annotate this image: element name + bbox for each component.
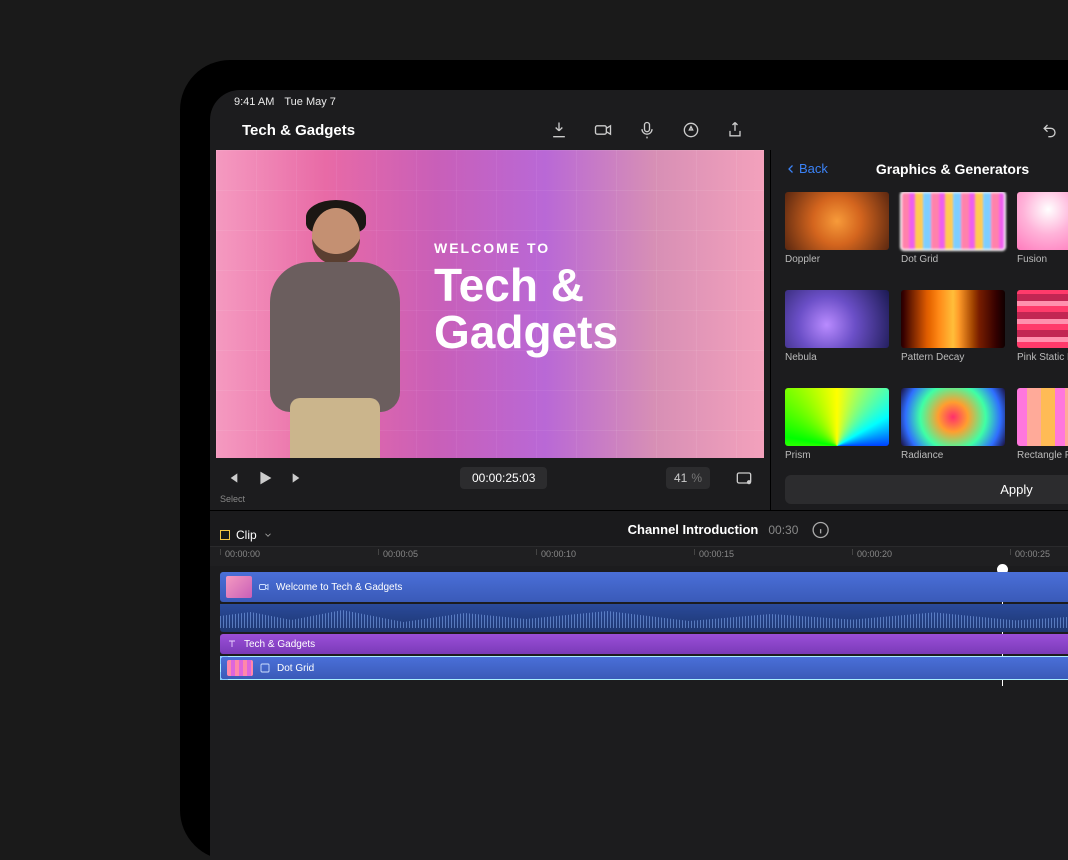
generator-clip[interactable]: Dot Grid <box>220 656 1068 680</box>
apply-button[interactable]: Apply <box>785 475 1068 504</box>
timeline-ruler[interactable]: 00:00:00 00:00:05 00:00:10 00:00:15 00:00:20… <box>210 546 1068 566</box>
generator-thumbnail <box>1017 192 1068 250</box>
enhance-icon[interactable] <box>679 118 703 142</box>
clip-label: Clip <box>236 528 257 542</box>
title-clip[interactable]: Tech & Gadgets <box>220 634 1068 654</box>
generator-thumbnail <box>1017 388 1068 446</box>
generator-item-prism[interactable]: Prism <box>785 388 889 463</box>
top-toolbar: Tech & Gadgets <box>210 110 1068 150</box>
status-time: 9:41 AM <box>234 96 274 108</box>
browser-panel: Back Graphics & Generators Doppler Dot Gr… <box>770 150 1068 510</box>
generator-item-fusion[interactable]: Fusion <box>1017 192 1068 272</box>
browser-title: Graphics & Generators <box>876 161 1029 177</box>
generator-item-pattern-decay[interactable]: Pattern Decay <box>901 290 1005 370</box>
generator-thumbnail <box>901 290 1005 348</box>
generator-clip-name: Dot Grid <box>277 663 314 674</box>
title-kicker: WELCOME TO <box>434 240 764 256</box>
clip-selector[interactable]: Clip <box>220 528 273 542</box>
ruler-tick: 00:00:00 <box>220 549 260 555</box>
ruler-tick: 00:00:25 <box>1010 549 1050 555</box>
clip-thumbnail <box>227 660 253 676</box>
generator-item-rectangle-pixels[interactable]: Rectangle Pixels <box>1017 388 1068 463</box>
generator-label: Doppler <box>785 254 889 265</box>
timecode-display[interactable]: 00:00:25:03 <box>460 467 547 489</box>
sequence-duration: 00:30 <box>768 523 798 537</box>
zoom-unit: % <box>691 471 702 485</box>
skip-back-button[interactable] <box>224 470 240 486</box>
presenter-figure <box>266 198 406 458</box>
voiceover-icon[interactable] <box>635 118 659 142</box>
ruler-tick: 00:00:05 <box>378 549 418 555</box>
viewer-panel: WELCOME TO Tech & Gadgets 00:00:25:03 41… <box>210 150 770 510</box>
transport-bar: 00:00:25:03 41 % <box>216 458 764 498</box>
back-button[interactable] <box>222 116 230 145</box>
generator-label: Prism <box>785 450 889 461</box>
chevron-down-icon <box>263 530 273 540</box>
viewer-canvas[interactable]: WELCOME TO Tech & Gadgets <box>216 150 764 458</box>
generator-item-dot-grid[interactable]: Dot Grid <box>901 192 1005 272</box>
camera-icon[interactable] <box>591 118 615 142</box>
fullscreen-icon[interactable] <box>732 466 756 490</box>
ruler-tick: 00:00:15 <box>694 549 734 555</box>
generator-thumbnail <box>785 388 889 446</box>
generator-label: Dot Grid <box>901 254 1005 265</box>
status-bar: 9:41 AM Tue May 7 <box>210 90 1068 110</box>
status-date: Tue May 7 <box>284 96 336 108</box>
generator-label: Pink Static Decay <box>1017 352 1068 363</box>
title-icon <box>226 638 238 650</box>
video-clip-name: Welcome to Tech & Gadgets <box>276 582 402 593</box>
generator-track: Dot Grid <box>220 656 1068 680</box>
clip-thumbnail <box>226 576 252 598</box>
info-icon[interactable] <box>808 518 832 542</box>
zoom-value: 41 <box>674 471 687 485</box>
play-button[interactable] <box>254 467 276 489</box>
share-icon[interactable] <box>723 118 747 142</box>
generator-item-radiance[interactable]: Radiance <box>901 388 1005 463</box>
generator-item-pink-static-decay[interactable]: Pink Static Decay <box>1017 290 1068 370</box>
audio-waveform[interactable] <box>220 604 1068 632</box>
zoom-control[interactable]: 41 % <box>666 467 710 489</box>
generator-label: Nebula <box>785 352 889 363</box>
generator-grid: Doppler Dot Grid Fusion Nebula Pattern Decay… <box>785 192 1068 463</box>
generator-item-doppler[interactable]: Doppler <box>785 192 889 272</box>
select-mode-label: Select <box>220 494 245 504</box>
ruler-tick: 00:00:10 <box>536 549 576 555</box>
clip-badge-icon <box>220 530 230 540</box>
project-title: Tech & Gadgets <box>242 122 355 139</box>
title-overlay: WELCOME TO Tech & Gadgets <box>434 240 764 356</box>
title-clip-name: Tech & Gadgets <box>244 639 315 650</box>
generator-label: Rectangle Pixels <box>1017 450 1068 461</box>
generator-thumbnail <box>785 290 889 348</box>
title-track: Tech & Gadgets <box>220 634 1068 654</box>
browser-back-label: Back <box>799 161 828 176</box>
device-frame: 9:41 AM Tue May 7 Tech & Gadgets <box>180 60 1068 860</box>
generator-thumbnail <box>785 192 889 250</box>
title-headline: Tech & Gadgets <box>434 262 764 356</box>
sequence-name: Channel Introduction <box>628 522 759 537</box>
generator-label: Radiance <box>901 450 1005 461</box>
browser-back-button[interactable]: Back <box>785 161 828 176</box>
generator-thumbnail <box>901 192 1005 250</box>
video-track: Welcome to Tech & Gadgets <box>220 572 1068 632</box>
ruler-tick: 00:00:20 <box>852 549 892 555</box>
timeline-header: Select Clip Channel Introduction 00:30 <box>210 510 1068 546</box>
generator-thumbnail <box>1017 290 1068 348</box>
apply-label: Apply <box>1000 482 1033 497</box>
timeline-tracks[interactable]: Welcome to Tech & Gadgets Tech & Gadgets… <box>210 566 1068 686</box>
generator-item-nebula[interactable]: Nebula <box>785 290 889 370</box>
undo-icon[interactable] <box>1038 118 1062 142</box>
skip-forward-button[interactable] <box>290 470 306 486</box>
video-icon <box>258 581 270 593</box>
video-clip[interactable]: Welcome to Tech & Gadgets <box>220 572 1068 602</box>
app-window: 9:41 AM Tue May 7 Tech & Gadgets <box>210 90 1068 860</box>
generator-icon <box>259 662 271 674</box>
generator-label: Pattern Decay <box>901 352 1005 363</box>
import-icon[interactable] <box>547 118 571 142</box>
generator-label: Fusion <box>1017 254 1068 265</box>
generator-thumbnail <box>901 388 1005 446</box>
